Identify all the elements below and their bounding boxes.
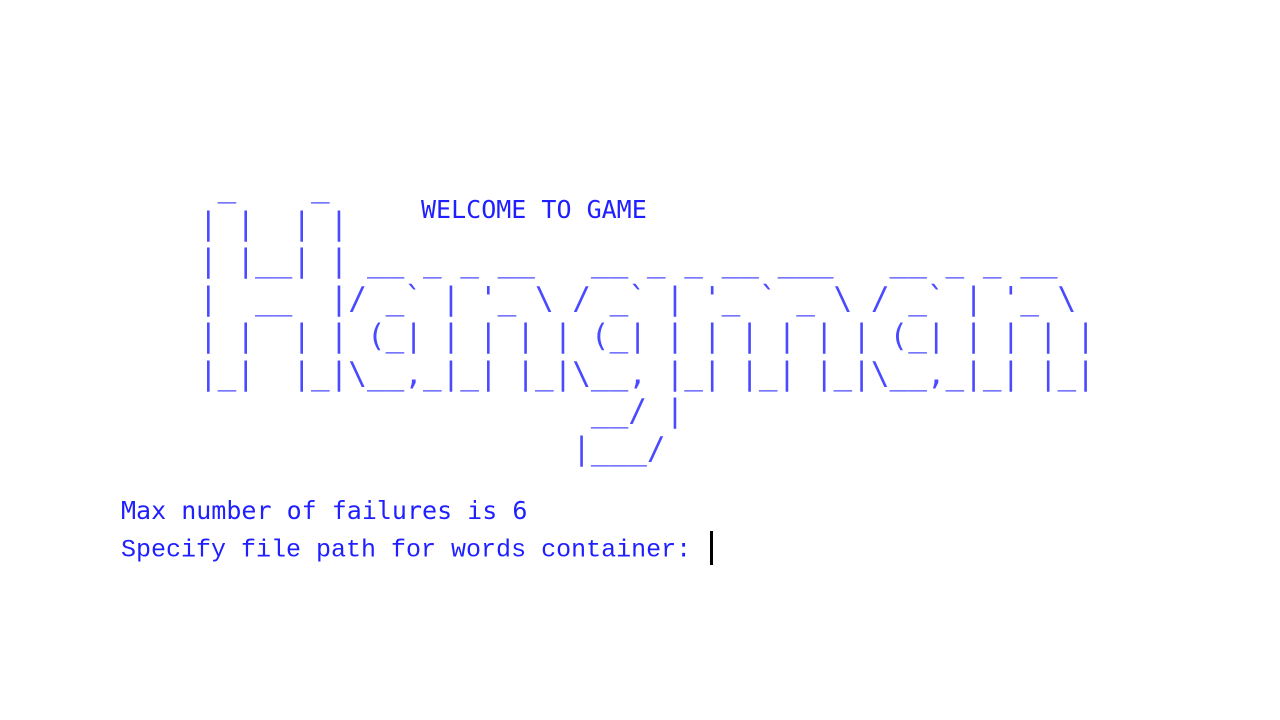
console-window: _ _ | | | | | |__| | __ _ _ __ __ _ _ __… bbox=[0, 0, 1280, 720]
text-input-cursor[interactable] bbox=[710, 531, 714, 565]
banner-line: |_| |_|\__,_|_| |_|\__, |_| |_| |_|\__,_… bbox=[199, 355, 1095, 392]
file-path-prompt-label: Specify file path for words container: bbox=[121, 535, 707, 565]
file-path-prompt-line[interactable]: Specify file path for words container: bbox=[121, 531, 714, 567]
banner-line: |___/ bbox=[199, 430, 666, 467]
banner-line: | | | | (_| | | | | (_| | | | | | | (_| … bbox=[199, 318, 1095, 354]
banner-line: | | | | bbox=[199, 205, 349, 242]
banner-line: | __ |/ _` | '_ \ / _` | '_ ` _ \ / _` |… bbox=[199, 280, 1077, 317]
max-failures-message: Max number of failures is 6 bbox=[121, 496, 528, 525]
welcome-title: WELCOME TO GAME bbox=[421, 195, 647, 224]
banner-line: _ _ bbox=[199, 168, 330, 204]
banner-line: | |__| | __ _ _ __ __ _ _ __ ___ __ _ _ … bbox=[199, 243, 1058, 279]
hangman-ascii-banner: _ _ | | | | | |__| | __ _ _ __ __ _ _ __… bbox=[199, 168, 1095, 468]
banner-line: __/ | bbox=[199, 393, 685, 429]
